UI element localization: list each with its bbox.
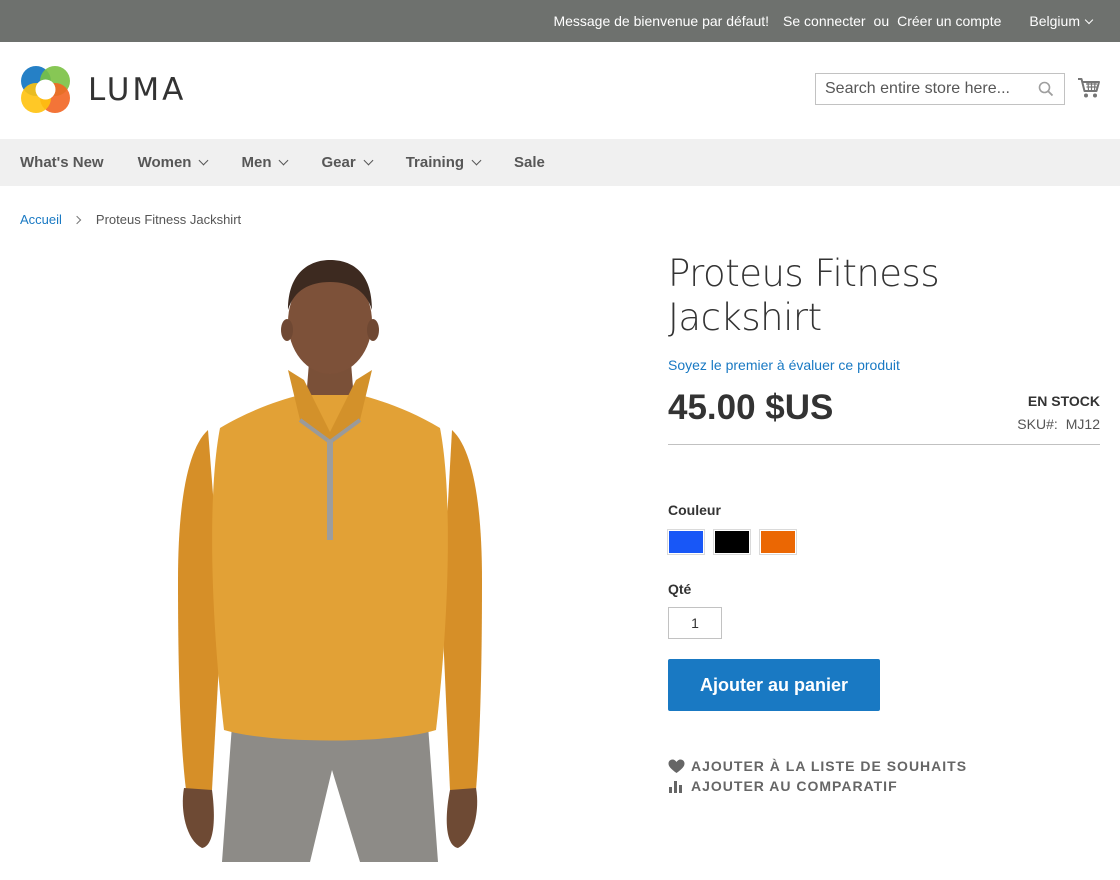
add-to-cart-button[interactable]: Ajouter au panier xyxy=(668,659,880,711)
logo-text: LUMA xyxy=(88,71,187,108)
nav-item-label: What's New xyxy=(20,154,104,171)
header: LUMA xyxy=(0,42,1120,139)
luma-logo-icon xyxy=(21,66,70,113)
add-to-wishlist-link[interactable]: AJOUTER À LA LISTE DE SOUHAITS xyxy=(668,758,967,774)
nav-item-women[interactable]: Women xyxy=(137,154,209,171)
nav-item-whats-new[interactable]: What's New xyxy=(20,154,104,171)
nav-item-label: Sale xyxy=(514,154,545,171)
store-switcher[interactable]: Belgium xyxy=(1015,13,1094,29)
add-to-compare-link[interactable]: AJOUTER AU COMPARATIF xyxy=(668,778,898,794)
color-swatches xyxy=(667,529,806,555)
wishlist-label: AJOUTER À LA LISTE DE SOUHAITS xyxy=(691,758,968,774)
nav-item-label: Gear xyxy=(321,154,356,171)
create-account-link[interactable]: Créer un compte xyxy=(897,13,1001,29)
first-review-link[interactable]: Soyez le premier à évaluer ce produit xyxy=(668,357,900,373)
chevron-down-icon xyxy=(363,155,374,166)
nav-item-gear[interactable]: Gear xyxy=(321,154,374,171)
color-label: Couleur xyxy=(668,502,721,518)
store-switcher-label: Belgium xyxy=(1029,13,1080,29)
logo-link[interactable]: LUMA xyxy=(20,64,186,115)
top-links: Message de bienvenue par défaut! Se conn… xyxy=(539,0,1094,42)
chevron-right-icon xyxy=(72,215,82,224)
product-sku: SKU#: MJ12 xyxy=(1017,416,1100,432)
nav-item-label: Training xyxy=(405,154,465,171)
nav-item-men[interactable]: Men xyxy=(241,154,289,171)
nav-item-sale[interactable]: Sale xyxy=(514,154,545,171)
breadcrumb: Accueil Proteus Fitness Jackshirt xyxy=(20,212,241,227)
welcome-message: Message de bienvenue par défaut! xyxy=(553,13,770,29)
color-swatch-blue[interactable] xyxy=(667,529,705,555)
nav-item-label: Men xyxy=(241,154,272,171)
product-price: 45.00 $US xyxy=(668,388,834,427)
product-image[interactable] xyxy=(160,250,500,865)
chevron-down-icon xyxy=(279,155,289,166)
cart-icon[interactable] xyxy=(1077,77,1101,99)
nav-item-training[interactable]: Training xyxy=(405,154,482,171)
breadcrumb-home-link[interactable]: Accueil xyxy=(20,212,62,227)
top-bar: Message de bienvenue par défaut! Se conn… xyxy=(0,0,1120,42)
main-navigation: What's New Women Men Gear Training Sale xyxy=(0,139,1120,186)
color-swatch-black[interactable] xyxy=(713,529,751,555)
color-swatch-orange[interactable] xyxy=(759,529,797,555)
chevron-down-icon xyxy=(199,155,209,166)
bar-chart-icon xyxy=(668,778,686,794)
stock-status: EN STOCK xyxy=(1027,393,1100,409)
search-box xyxy=(815,73,1065,105)
or-text: ou xyxy=(873,13,890,29)
qty-label: Qté xyxy=(668,581,692,597)
breadcrumb-current: Proteus Fitness Jackshirt xyxy=(95,212,242,227)
search-icon[interactable] xyxy=(1038,81,1054,97)
sign-in-link[interactable]: Se connecter xyxy=(783,13,866,29)
heart-icon xyxy=(668,758,686,774)
sku-value: MJ12 xyxy=(1065,416,1100,432)
search-input[interactable] xyxy=(816,74,1026,104)
chevron-down-icon xyxy=(471,155,482,166)
chevron-down-icon xyxy=(1084,15,1094,25)
product-title: Proteus Fitness Jackshirt xyxy=(668,252,940,339)
nav-item-label: Women xyxy=(137,154,192,171)
divider xyxy=(668,444,1100,445)
sku-label: SKU#: xyxy=(1017,416,1058,432)
qty-input[interactable] xyxy=(668,607,722,639)
compare-label: AJOUTER AU COMPARATIF xyxy=(691,778,898,794)
